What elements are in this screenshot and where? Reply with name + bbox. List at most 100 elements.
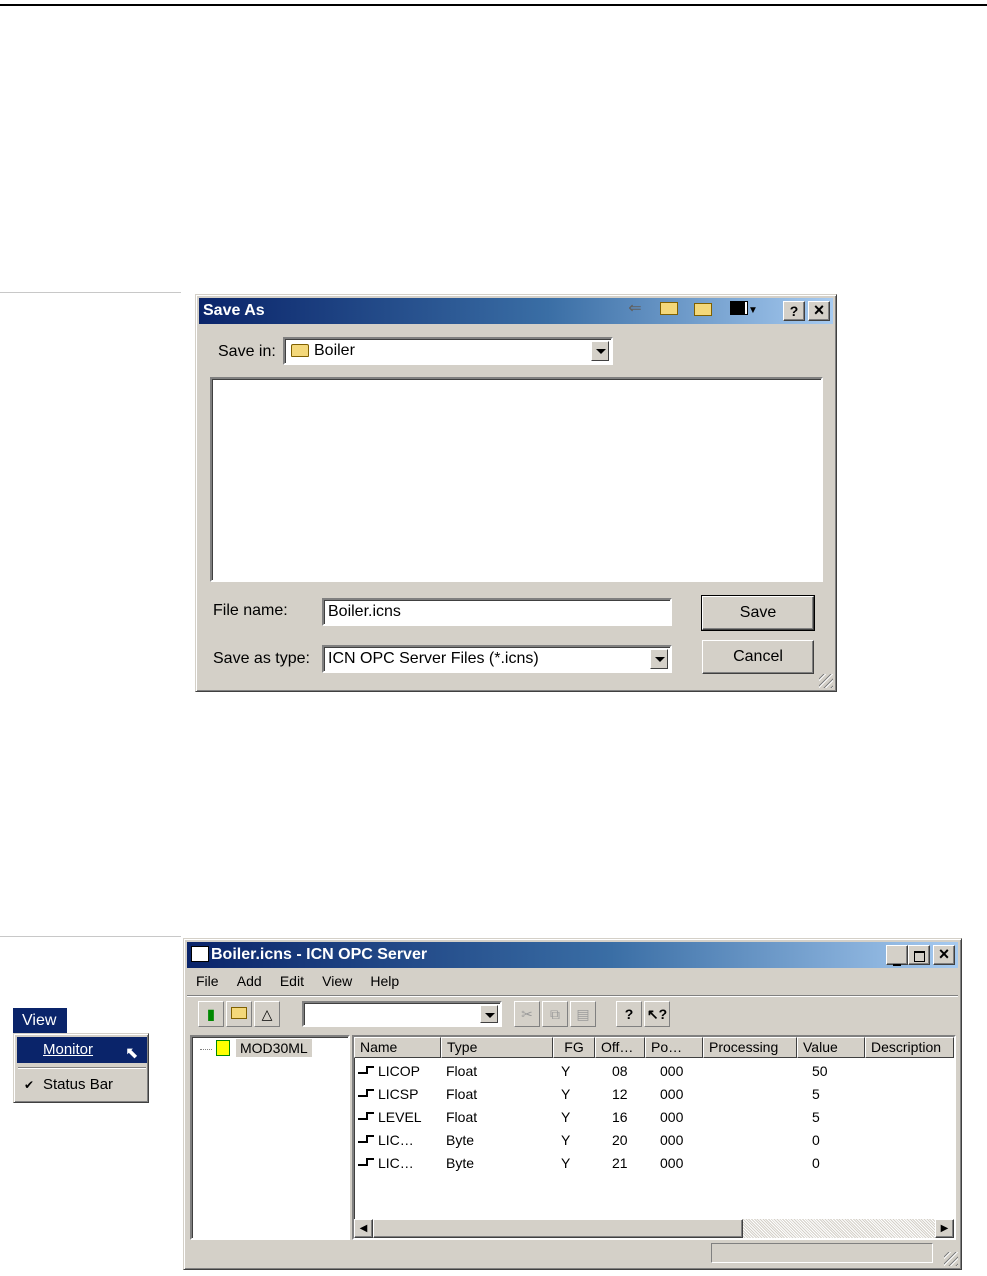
toolbar-combo[interactable] (302, 1001, 502, 1027)
cell-type: Byte (446, 1155, 475, 1171)
cell-type: Byte (446, 1132, 475, 1148)
file-name-label: File name: (213, 602, 288, 619)
save-type-dropdown[interactable]: ICN OPC Server Files (*.icns) (322, 645, 672, 673)
status-bar-panel (711, 1243, 933, 1263)
context-help-icon[interactable]: ↖? (644, 1001, 670, 1027)
toolbar-combo-arrow[interactable] (480, 1005, 498, 1023)
scroll-thumb[interactable] (373, 1219, 743, 1238)
column-description[interactable]: Description (865, 1037, 954, 1058)
cell-po: 000 (660, 1155, 684, 1171)
column-fg[interactable]: FG (553, 1037, 595, 1058)
cell-off: 08 (612, 1063, 628, 1079)
save-in-dropdown[interactable]: Boiler (283, 337, 613, 365)
help-icon[interactable]: ? (616, 1001, 642, 1027)
cell-fg: Y (561, 1063, 571, 1079)
check-icon: ✔ (24, 1078, 35, 1092)
cell-value: 0 (812, 1132, 820, 1148)
opc-titlebar[interactable]: Boiler.icns - ICN OPC Server × (187, 942, 958, 968)
view-menu-icon[interactable]: ▼ (728, 299, 760, 319)
menu-add[interactable]: Add (237, 973, 262, 989)
scroll-left-icon[interactable]: ◀ (354, 1219, 373, 1238)
column-port[interactable]: Po… (645, 1037, 703, 1058)
cell-fg: Y (561, 1132, 571, 1148)
file-list-area[interactable] (210, 377, 823, 582)
menu-help[interactable]: Help (370, 973, 399, 989)
list-pane[interactable]: Name Type FG Off… Po… Processing Value D… (352, 1035, 956, 1240)
table-row[interactable]: LICSP Float Y 12 000 5 (354, 1083, 954, 1106)
cancel-button[interactable]: Cancel (702, 640, 814, 674)
cell-name: LEVEL (358, 1106, 422, 1129)
cell-value: 5 (812, 1086, 820, 1102)
cell-value: 5 (812, 1109, 820, 1125)
toolbar: ▮ △ ✂ ⧉ ▤ ? ↖? (194, 999, 694, 1031)
close-button[interactable]: × (808, 301, 830, 321)
new-folder-icon[interactable] (692, 299, 714, 319)
cell-off: 12 (612, 1086, 628, 1102)
menu-item-status-bar[interactable]: ✔ Status Bar (17, 1072, 147, 1098)
maximize-button[interactable] (908, 945, 930, 965)
up-folder-icon[interactable] (658, 299, 680, 319)
save-type-dropdown-arrow[interactable] (650, 649, 668, 669)
cut-icon[interactable]: ✂ (514, 1001, 540, 1027)
tag-icon (358, 1157, 376, 1169)
menu-separator (18, 1067, 146, 1068)
cell-po: 000 (660, 1063, 684, 1079)
new-device-icon[interactable]: ▮ (198, 1001, 224, 1027)
cell-fg: Y (561, 1086, 571, 1102)
opc-close-button[interactable]: × (933, 945, 955, 965)
file-name-value: Boiler.icns (328, 603, 401, 620)
column-processing[interactable]: Processing (703, 1037, 797, 1058)
opc-app-icon (191, 946, 209, 962)
copy-icon[interactable]: ⧉ (542, 1001, 568, 1027)
save-in-value: Boiler (314, 342, 355, 359)
opc-resize-grip-icon[interactable] (944, 1252, 958, 1266)
menu-item-monitor[interactable]: Monitor ⬉ (17, 1037, 147, 1063)
save-type-value: ICN OPC Server Files (*.icns) (328, 650, 539, 667)
side-rule-1 (0, 292, 181, 293)
table-row[interactable]: LEVEL Float Y 16 000 5 (354, 1106, 954, 1129)
menu-item-status-bar-label: Status Bar (43, 1076, 114, 1093)
cell-off: 16 (612, 1109, 628, 1125)
opc-server-window: Boiler.icns - ICN OPC Server × File Add … (183, 938, 962, 1270)
column-offset[interactable]: Off… (595, 1037, 645, 1058)
column-name[interactable]: Name (354, 1037, 441, 1058)
horizontal-scrollbar[interactable]: ◀ ▶ (354, 1219, 954, 1238)
table-row[interactable]: LIC… Byte Y 20 000 0 (354, 1129, 954, 1152)
save-button[interactable]: Save (701, 595, 815, 631)
save-type-label: Save as type: (213, 650, 310, 667)
tree-item-mod30ml[interactable]: MOD30ML (236, 1039, 312, 1057)
column-value[interactable]: Value (797, 1037, 865, 1058)
trend-icon[interactable]: △ (254, 1001, 280, 1027)
paste-icon[interactable]: ▤ (570, 1001, 596, 1027)
cell-fg: Y (561, 1109, 571, 1125)
column-type[interactable]: Type (441, 1037, 553, 1058)
menu-view[interactable]: View (322, 973, 352, 989)
file-name-input[interactable]: Boiler.icns (322, 598, 672, 626)
cell-po: 000 (660, 1132, 684, 1148)
tag-name: LIC… (378, 1155, 414, 1171)
cell-fg: Y (561, 1155, 571, 1171)
tree-pane[interactable]: MOD30ML (190, 1035, 350, 1240)
cell-off: 20 (612, 1132, 628, 1148)
back-arrow-icon[interactable]: ⇐ (624, 299, 646, 319)
cell-type: Float (446, 1109, 478, 1125)
cell-name: LIC… (358, 1152, 414, 1175)
cursor-arrow-icon: ⬉ (125, 1045, 139, 1062)
scroll-right-icon[interactable]: ▶ (935, 1219, 954, 1238)
resize-grip-icon[interactable] (819, 674, 833, 688)
save-in-label: Save in: (218, 343, 276, 360)
save-in-dropdown-arrow[interactable] (591, 341, 609, 361)
table-row[interactable]: LICOP Float Y 08 000 50 (354, 1060, 954, 1083)
menu-file[interactable]: File (196, 973, 219, 989)
help-button[interactable]: ? (783, 301, 805, 321)
menu-edit[interactable]: Edit (280, 973, 304, 989)
minimize-button[interactable] (886, 945, 908, 966)
list-header: Name Type FG Off… Po… Processing Value D… (354, 1037, 954, 1058)
dialog-title: Save As (203, 302, 265, 319)
table-row[interactable]: LIC… Byte Y 21 000 0 (354, 1152, 954, 1175)
cell-po: 000 (660, 1086, 684, 1102)
tag-name: LICOP (378, 1063, 421, 1079)
save-as-dialog: Save As ? × Save in: Boiler ⇐ ▼ File nam… (195, 294, 837, 692)
view-menu-title[interactable]: View (13, 1008, 67, 1033)
open-folder-icon[interactable] (226, 1001, 252, 1027)
